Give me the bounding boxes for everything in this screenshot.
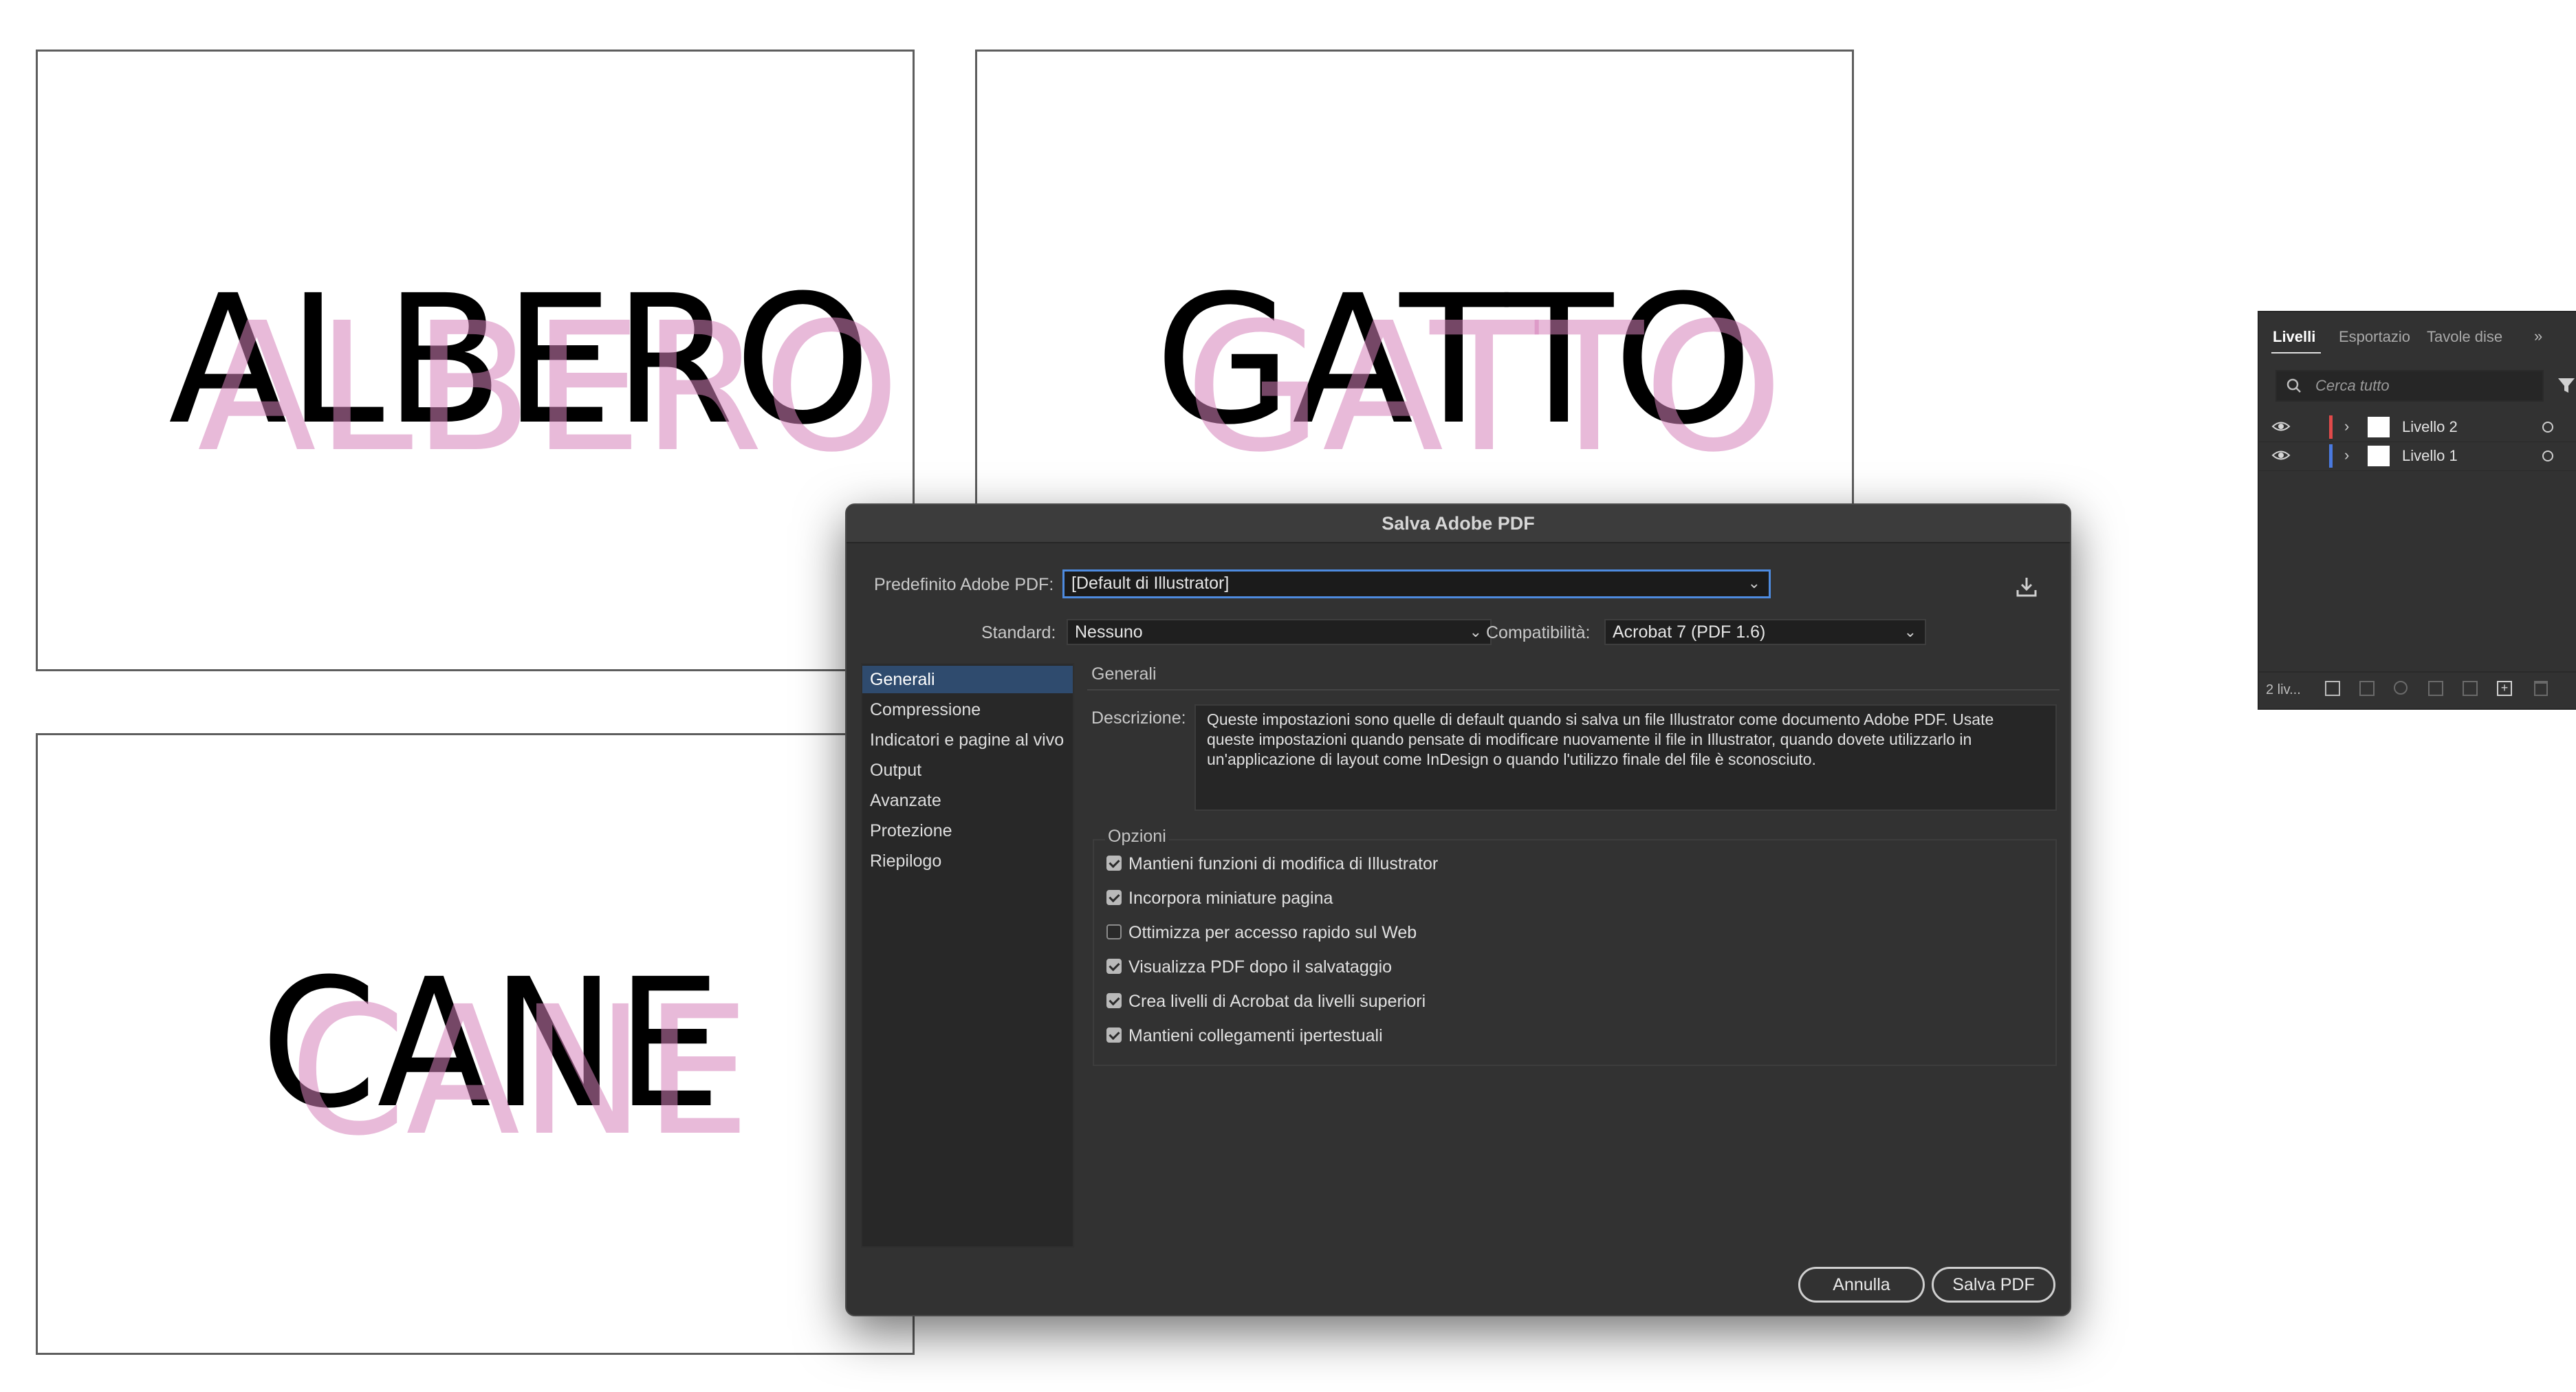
compat-value: Acrobat 7 (PDF 1.6) [1613, 622, 1766, 642]
option-row[interactable]: Visualizza PDF dopo il salvataggio [1106, 953, 1392, 981]
layer-name: Livello 2 [2402, 418, 2458, 435]
artboard-word-ghost: ALBERO [197, 285, 900, 491]
option-row[interactable]: Incorpora miniature pagina [1106, 884, 1333, 912]
checkbox[interactable] [1106, 856, 1122, 871]
artboard-icon[interactable] [2325, 681, 2340, 696]
save-pdf-button[interactable]: Salva PDF [1932, 1267, 2055, 1303]
tab-tavole[interactable]: Tavole dise [2427, 312, 2516, 362]
section-title: Generali [1091, 664, 1157, 684]
standard-value: Nessuno [1075, 622, 1143, 642]
layer-row[interactable]: › Livello 1 [2259, 442, 2576, 471]
option-row[interactable]: Crea livelli di Acrobat da livelli super… [1106, 988, 1426, 1015]
chevron-down-icon: ⌄ [1469, 623, 1482, 640]
checkbox[interactable] [1106, 924, 1122, 940]
layers-search-input[interactable]: Cerca tutto [2275, 370, 2544, 402]
save-preset-icon[interactable] [2012, 574, 2041, 602]
preset-select[interactable]: [Default di Illustrator] ⌄ [1062, 569, 1771, 598]
save-pdf-dialog: Salva Adobe PDF Predefinito Adobe PDF: [… [845, 503, 2071, 1316]
chevron-down-icon: ⌄ [1903, 623, 1917, 640]
nav-item-avanzate[interactable]: Avanzate [862, 787, 1073, 814]
checkbox[interactable] [1106, 890, 1122, 906]
dialog-title: Salva Adobe PDF [847, 505, 2070, 543]
nav-item-riepilogo[interactable]: Riepilogo [862, 847, 1073, 875]
section-divider [1087, 689, 2060, 690]
chevron-right-icon[interactable]: › [2344, 446, 2349, 464]
standard-select[interactable]: Nessuno ⌄ [1067, 619, 1492, 645]
layer-thumbnail [2368, 446, 2390, 466]
option-label: Crea livelli di Acrobat da livelli super… [1128, 992, 1426, 1011]
settings-nav: Generali Compressione Indicatori e pagin… [861, 663, 1074, 1248]
target-circle-icon[interactable] [2542, 422, 2553, 433]
filter-icon[interactable] [2556, 376, 2576, 400]
layer-color-swatch [2329, 415, 2333, 439]
clipping-mask-icon[interactable] [2428, 681, 2443, 696]
checkbox[interactable] [1106, 1027, 1122, 1043]
preset-value: [Default di Illustrator] [1071, 574, 1230, 593]
nav-item-compressione[interactable]: Compressione [862, 696, 1073, 724]
tab-esportazione[interactable]: Esportazio [2339, 312, 2410, 362]
checkbox[interactable] [1106, 959, 1122, 975]
target-circle-icon[interactable] [2542, 450, 2553, 461]
options-group: Mantieni funzioni di modifica di Illustr… [1093, 839, 2057, 1066]
artboard-albero[interactable]: ALBERO ALBERO [36, 50, 915, 671]
options-title: Opzioni [1105, 827, 1169, 847]
chevron-down-icon: ⌄ [1747, 574, 1760, 591]
artboard-word-ghost: GATTO [1185, 285, 1784, 491]
panel-footer: 2 liv... + [2259, 671, 2576, 708]
layer-name: Livello 1 [2402, 447, 2458, 464]
artboard-gatto[interactable]: GATTO GATTO [975, 50, 1854, 517]
compat-label: Compatibilità: [1486, 623, 1591, 642]
nav-item-indicatori[interactable]: Indicatori e pagine al vivo [862, 726, 1073, 754]
new-sublayer-icon[interactable] [2463, 681, 2478, 696]
search-icon [2285, 377, 2303, 399]
nav-item-generali[interactable]: Generali [862, 666, 1073, 693]
compat-select[interactable]: Acrobat 7 (PDF 1.6) ⌄ [1604, 619, 1926, 645]
layers-panel: Livelli Esportazio Tavole dise » Cerca t… [2258, 311, 2576, 710]
layer-row[interactable]: › Livello 2 [2259, 413, 2576, 442]
artboard-word-ghost: CANE [290, 968, 750, 1175]
option-label: Visualizza PDF dopo il salvataggio [1128, 957, 1393, 977]
export-icon[interactable] [2359, 681, 2375, 696]
standard-label: Standard: [981, 623, 1056, 642]
option-label: Ottimizza per accesso rapido sul Web [1128, 923, 1417, 942]
option-label: Incorpora miniature pagina [1128, 889, 1333, 908]
tab-livelli[interactable]: Livelli [2273, 312, 2315, 362]
locate-icon[interactable] [2394, 681, 2408, 695]
panel-divider [2271, 352, 2321, 354]
layer-count: 2 liv... [2266, 682, 2301, 697]
preset-label: Predefinito Adobe PDF: [874, 575, 1054, 594]
option-row[interactable]: Mantieni funzioni di modifica di Illustr… [1106, 850, 1438, 878]
description-text: Queste impostazioni sono quelle di defau… [1194, 704, 2057, 811]
eye-icon[interactable] [2271, 448, 2291, 467]
checkbox[interactable] [1106, 993, 1122, 1009]
option-row[interactable]: Mantieni collegamenti ipertestuali [1106, 1022, 1383, 1050]
cancel-button[interactable]: Annulla [1798, 1267, 1925, 1303]
new-layer-icon[interactable]: + [2497, 681, 2512, 696]
panel-menu-icon[interactable]: » [2534, 327, 2542, 345]
option-label: Mantieni collegamenti ipertestuali [1128, 1026, 1383, 1045]
layer-thumbnail [2368, 417, 2390, 437]
chevron-right-icon[interactable]: › [2344, 417, 2349, 435]
trash-icon[interactable] [2534, 681, 2548, 696]
option-row[interactable]: Ottimizza per accesso rapido sul Web [1106, 919, 1417, 946]
nav-item-output[interactable]: Output [862, 757, 1073, 784]
artboard-cane[interactable]: CANE CANE [36, 733, 915, 1355]
layer-color-swatch [2329, 444, 2333, 468]
description-label: Descrizione: [1091, 708, 1186, 728]
nav-item-protezione[interactable]: Protezione [862, 817, 1073, 845]
option-label: Mantieni funzioni di modifica di Illustr… [1128, 854, 1439, 873]
eye-icon[interactable] [2271, 419, 2291, 438]
